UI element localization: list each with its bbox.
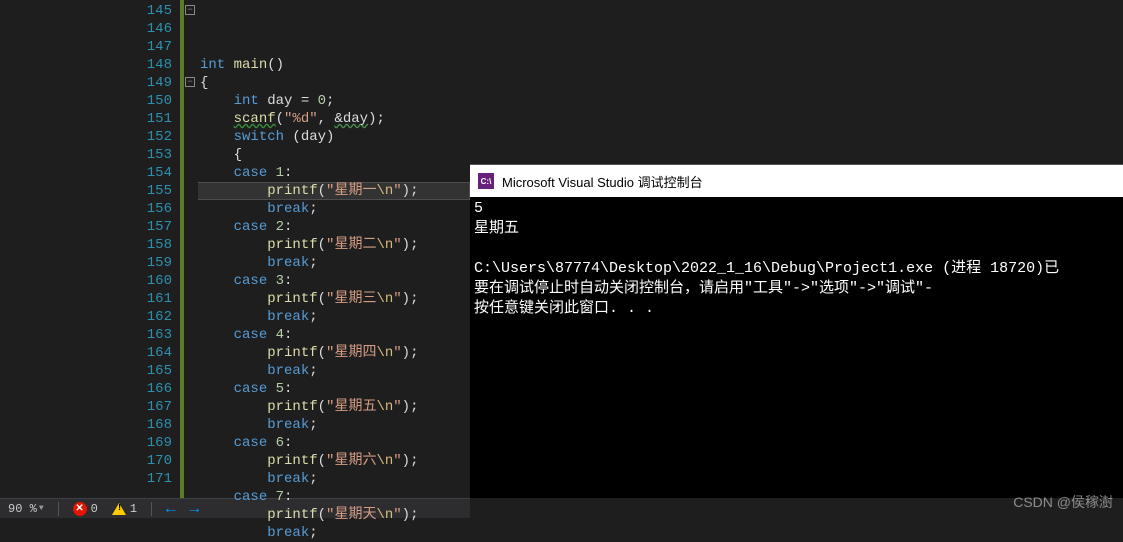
code-line[interactable]: break; bbox=[198, 416, 470, 434]
code-line[interactable]: break; bbox=[198, 200, 470, 218]
fold-toggle-icon[interactable]: − bbox=[185, 5, 195, 15]
code-line[interactable]: printf("星期二\n"); bbox=[198, 236, 470, 254]
line-number[interactable]: 170 bbox=[110, 452, 172, 470]
warning-count[interactable]: 1 bbox=[112, 502, 137, 516]
line-number[interactable]: 156 bbox=[110, 200, 172, 218]
code-line[interactable]: break; bbox=[198, 524, 470, 542]
line-number[interactable]: 154 bbox=[110, 164, 172, 182]
line-number[interactable]: 164 bbox=[110, 344, 172, 362]
line-number[interactable]: 152 bbox=[110, 128, 172, 146]
code-line[interactable]: int day = 0; bbox=[198, 92, 470, 110]
code-line[interactable]: printf("星期一\n"); bbox=[198, 182, 470, 200]
error-icon: ✕ bbox=[73, 502, 87, 516]
separator bbox=[151, 502, 152, 516]
code-line[interactable]: printf("星期四\n"); bbox=[198, 344, 470, 362]
line-number[interactable]: 165 bbox=[110, 362, 172, 380]
code-line[interactable]: printf("星期天\n"); bbox=[198, 506, 470, 524]
line-number[interactable]: 157 bbox=[110, 218, 172, 236]
zoom-dropdown[interactable]: 90 % ▼ bbox=[8, 502, 44, 516]
code-line[interactable]: scanf("%d", &day); bbox=[198, 110, 470, 128]
separator bbox=[58, 502, 59, 516]
warning-icon bbox=[112, 503, 126, 515]
code-editor[interactable]: 1451461471481491501511521531541551561571… bbox=[0, 0, 470, 498]
code-line[interactable]: { bbox=[198, 146, 470, 164]
line-number[interactable]: 171 bbox=[110, 470, 172, 488]
code-line[interactable]: int main() bbox=[198, 56, 470, 74]
error-count[interactable]: ✕ 0 bbox=[73, 502, 98, 516]
console-titlebar[interactable]: C:\ Microsoft Visual Studio 调试控制台 bbox=[470, 165, 1123, 197]
code-line[interactable]: case 4: bbox=[198, 326, 470, 344]
line-number[interactable]: 151 bbox=[110, 110, 172, 128]
line-number[interactable]: 161 bbox=[110, 290, 172, 308]
line-number[interactable]: 168 bbox=[110, 416, 172, 434]
line-number[interactable]: 169 bbox=[110, 434, 172, 452]
code-content[interactable]: int main(){ int day = 0; scanf("%d", &da… bbox=[198, 0, 470, 498]
fold-toggle-icon[interactable]: − bbox=[185, 77, 195, 87]
console-output[interactable]: 5 星期五 C:\Users\87774\Desktop\2022_1_16\D… bbox=[470, 197, 1123, 321]
line-number[interactable]: 159 bbox=[110, 254, 172, 272]
line-number[interactable]: 150 bbox=[110, 92, 172, 110]
vs-console-icon: C:\ bbox=[478, 173, 494, 189]
code-line[interactable]: case 6: bbox=[198, 434, 470, 452]
code-line[interactable]: case 1: bbox=[198, 164, 470, 182]
watermark: CSDN @侯稼澍 bbox=[1013, 492, 1113, 512]
code-line[interactable]: break; bbox=[198, 308, 470, 326]
code-line[interactable]: { bbox=[198, 74, 470, 92]
line-number[interactable]: 153 bbox=[110, 146, 172, 164]
nav-back-button[interactable]: ← bbox=[166, 500, 176, 518]
debug-console-window[interactable]: C:\ Microsoft Visual Studio 调试控制台 5 星期五 … bbox=[470, 164, 1123, 498]
code-line[interactable]: printf("星期三\n"); bbox=[198, 290, 470, 308]
line-number[interactable]: 158 bbox=[110, 236, 172, 254]
code-line[interactable]: case 2: bbox=[198, 218, 470, 236]
fold-column[interactable]: −− bbox=[184, 0, 198, 498]
code-line[interactable]: break; bbox=[198, 470, 470, 488]
line-number-gutter[interactable]: 1451461471481491501511521531541551561571… bbox=[110, 0, 180, 498]
code-line[interactable]: case 5: bbox=[198, 380, 470, 398]
code-line[interactable]: case 7: bbox=[198, 488, 470, 506]
line-number[interactable]: 167 bbox=[110, 398, 172, 416]
line-number[interactable]: 146 bbox=[110, 20, 172, 38]
warning-number: 1 bbox=[130, 502, 137, 516]
editor-left-margin bbox=[0, 0, 110, 498]
zoom-value: 90 % bbox=[8, 502, 37, 516]
error-number: 0 bbox=[91, 502, 98, 516]
line-number[interactable]: 162 bbox=[110, 308, 172, 326]
line-number[interactable]: 149 bbox=[110, 74, 172, 92]
line-number[interactable]: 145 bbox=[110, 2, 172, 20]
line-number[interactable]: 163 bbox=[110, 326, 172, 344]
code-line[interactable]: printf("星期五\n"); bbox=[198, 398, 470, 416]
line-number[interactable]: 148 bbox=[110, 56, 172, 74]
line-number[interactable]: 155 bbox=[110, 182, 172, 200]
line-number[interactable]: 166 bbox=[110, 380, 172, 398]
line-number[interactable]: 160 bbox=[110, 272, 172, 290]
chevron-down-icon: ▼ bbox=[39, 504, 44, 513]
code-line[interactable]: switch (day) bbox=[198, 128, 470, 146]
code-line[interactable]: printf("星期六\n"); bbox=[198, 452, 470, 470]
line-number[interactable]: 147 bbox=[110, 38, 172, 56]
code-line[interactable]: case 3: bbox=[198, 272, 470, 290]
console-title: Microsoft Visual Studio 调试控制台 bbox=[502, 172, 703, 191]
code-line[interactable]: break; bbox=[198, 362, 470, 380]
code-line[interactable]: break; bbox=[198, 254, 470, 272]
